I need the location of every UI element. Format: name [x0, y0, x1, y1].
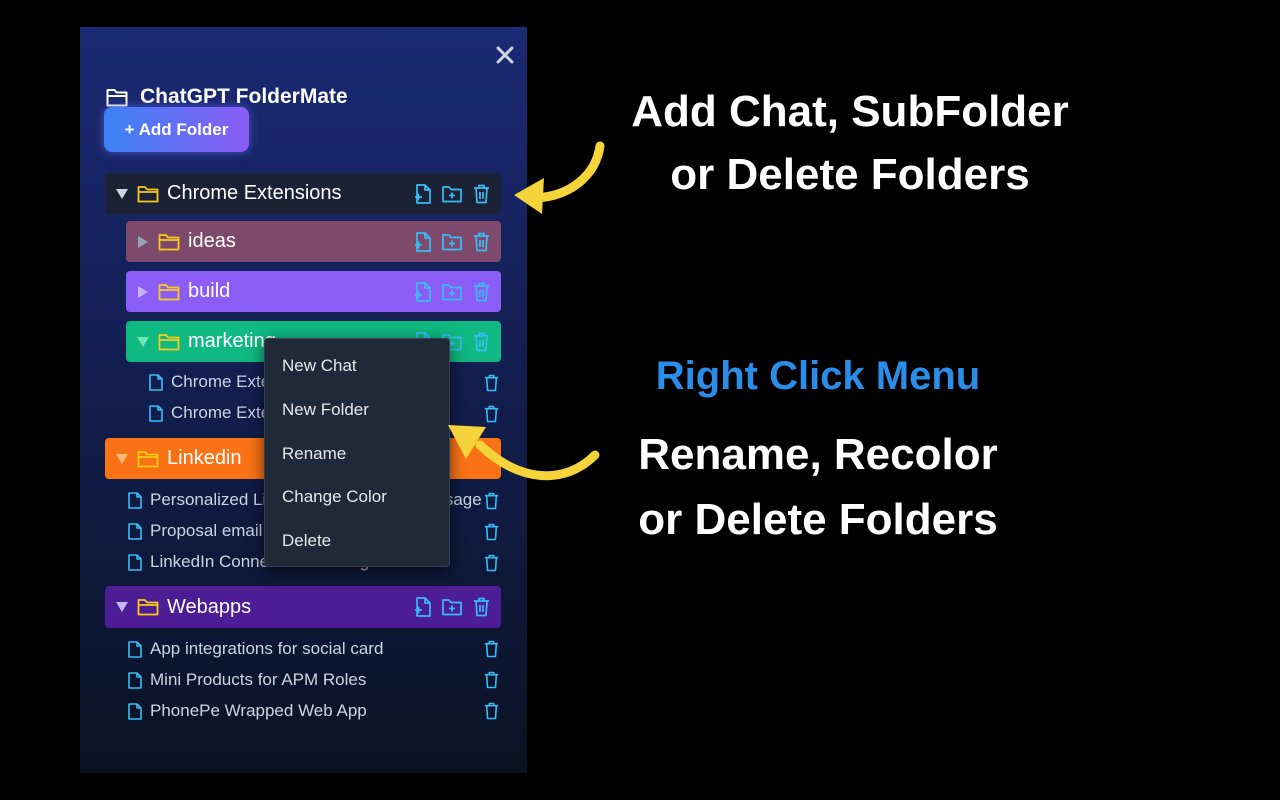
chat-file-icon — [128, 491, 142, 509]
context-menu: New Chat New Folder Rename Change Color … — [264, 338, 450, 567]
folder-name: build — [188, 280, 231, 302]
chat-title: Mini Products for APM Roles — [150, 670, 367, 689]
caret-down-icon[interactable] — [113, 602, 131, 612]
chat-file-icon — [128, 640, 142, 658]
new-chat-icon[interactable] — [413, 597, 433, 617]
delete-chat-icon[interactable] — [481, 552, 501, 574]
new-subfolder-icon[interactable] — [442, 597, 462, 617]
chat-file-icon — [128, 553, 142, 571]
delete-folder-icon[interactable] — [471, 332, 491, 352]
annotation-context-menu-actions: Rename, Recolor or Delete Folders — [590, 422, 1046, 552]
annotation-right-click-menu: Right Click Menu — [655, 354, 981, 398]
folder-name: marketing — [188, 330, 276, 352]
folder-webapps[interactable]: Webapps — [105, 586, 501, 628]
context-menu-new-folder[interactable]: New Folder — [282, 400, 369, 420]
new-subfolder-icon[interactable] — [442, 282, 462, 302]
chat-title: App integrations for social card — [150, 639, 384, 658]
folder-icon — [158, 283, 180, 301]
chat-item[interactable]: PhonePe Wrapped Web App — [128, 698, 367, 724]
folder-name: Linkedin — [167, 447, 242, 469]
folder-icon — [158, 333, 180, 351]
folder-open-icon — [105, 86, 130, 108]
context-menu-rename[interactable]: Rename — [282, 444, 346, 464]
new-chat-icon[interactable] — [413, 183, 433, 204]
subfolder-build[interactable]: build — [126, 271, 501, 312]
chat-item[interactable]: App integrations for social card — [128, 636, 383, 662]
folder-icon — [158, 233, 180, 251]
panel-title: ChatGPT FolderMate — [140, 85, 348, 108]
delete-chat-icon[interactable] — [481, 372, 501, 394]
caret-right-icon[interactable] — [134, 235, 152, 248]
chat-file-icon — [149, 404, 163, 422]
new-chat-icon[interactable] — [413, 231, 433, 252]
delete-folder-icon[interactable] — [471, 597, 491, 617]
delete-chat-icon[interactable] — [481, 669, 501, 691]
folder-chrome-extensions[interactable]: Chrome Extensions — [105, 173, 501, 214]
arrow-to-context-menu-icon — [448, 425, 600, 481]
folder-name: Webapps — [167, 595, 252, 618]
subfolder-ideas[interactable]: ideas — [126, 221, 501, 262]
caret-down-icon[interactable] — [113, 188, 131, 199]
delete-folder-icon[interactable] — [471, 232, 491, 252]
chat-item[interactable]: Mini Products for APM Roles — [128, 667, 366, 693]
folder-name: ideas — [188, 230, 236, 252]
caret-down-icon[interactable] — [134, 336, 152, 347]
delete-chat-icon[interactable] — [481, 638, 501, 660]
caret-right-icon[interactable] — [134, 285, 152, 298]
delete-chat-icon[interactable] — [481, 700, 501, 722]
new-subfolder-icon[interactable] — [442, 232, 462, 252]
delete-folder-icon[interactable] — [471, 184, 491, 204]
context-menu-delete[interactable]: Delete — [282, 531, 331, 551]
delete-chat-icon[interactable] — [481, 521, 501, 543]
chat-file-icon — [128, 522, 142, 540]
chat-title: Proposal email — [150, 521, 263, 540]
caret-down-icon[interactable] — [113, 453, 131, 464]
annotation-line: Add Chat, SubFolder — [631, 87, 1069, 136]
chat-title: PhonePe Wrapped Web App — [150, 701, 367, 720]
chat-file-icon — [128, 671, 142, 689]
new-subfolder-icon[interactable] — [442, 184, 462, 204]
context-menu-new-chat[interactable]: New Chat — [282, 356, 357, 376]
annotation-line: or Delete Folders — [670, 150, 1030, 199]
chat-item[interactable]: Proposal email — [128, 518, 262, 544]
folder-icon — [137, 598, 159, 616]
folder-icon — [137, 450, 159, 468]
context-menu-change-color[interactable]: Change Color — [282, 487, 387, 507]
chat-file-icon — [128, 702, 142, 720]
add-folder-button[interactable]: + Add Folder — [104, 107, 249, 152]
annotation-line: Rename, Recolor — [638, 430, 998, 479]
folder-icon — [137, 185, 159, 203]
delete-folder-icon[interactable] — [471, 282, 491, 302]
chat-file-icon — [149, 373, 163, 391]
new-chat-icon[interactable] — [413, 281, 433, 302]
annotation-line: or Delete Folders — [638, 495, 998, 544]
folder-name: Chrome Extensions — [167, 182, 342, 204]
arrow-to-folder-actions-icon — [514, 141, 605, 214]
close-button[interactable] — [492, 42, 518, 68]
annotation-folder-actions: Add Chat, SubFolder or Delete Folders — [590, 80, 1110, 206]
close-icon — [496, 46, 514, 64]
